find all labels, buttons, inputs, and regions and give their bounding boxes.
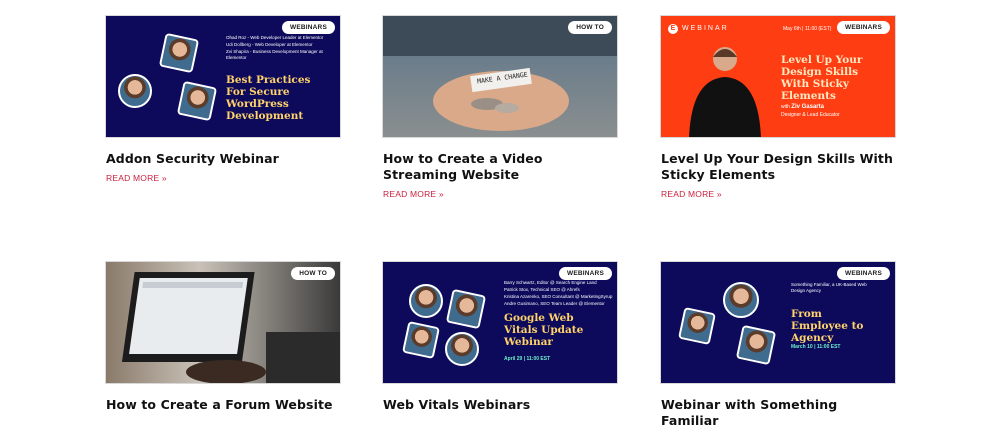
speaker-line: Zvi Shapira - Business Development Manag… bbox=[226, 49, 323, 60]
read-more-link[interactable]: READ MORE » bbox=[383, 189, 444, 199]
post-card: WEBINARS Ohad Roz - Web Developer Leader… bbox=[105, 15, 341, 186]
post-thumbnail[interactable]: WEBINARS E WEBINAR May 6th | 11:00 (EST)… bbox=[660, 15, 896, 138]
speaker-line: Kristina Azarenko, SEO Consultant @ Mark… bbox=[504, 294, 613, 299]
promo-headline: Best Practices For Secure WordPress Deve… bbox=[226, 74, 311, 122]
speaker-line: Barry Schwartz, Editor @ Search Engine L… bbox=[504, 280, 597, 285]
post-title[interactable]: Webinar with Something Familiar bbox=[661, 397, 896, 429]
speaker-line: Andre Gusimano, SEO Team Leader @ Elemen… bbox=[504, 301, 605, 306]
post-title[interactable]: Addon Security Webinar bbox=[106, 151, 341, 167]
post-title[interactable]: How to Create a Video Streaming Website bbox=[383, 151, 618, 183]
host-name-line: with Ziv Gasarta bbox=[781, 104, 881, 110]
speaker-photo bbox=[118, 74, 152, 108]
category-badge[interactable]: HOW TO bbox=[291, 267, 335, 280]
post-thumbnail[interactable]: MAKE A CHANGE HOW TO bbox=[382, 15, 618, 138]
webinar-date: May 6th | 11:00 (EST) bbox=[783, 26, 832, 32]
webinar-date: March 10 | 11:00 EST bbox=[791, 344, 841, 350]
speaker-photo bbox=[723, 282, 759, 318]
post-thumbnail[interactable]: WEBINARS Ohad Roz - Web Developer Leader… bbox=[105, 15, 341, 138]
speaker-photo bbox=[176, 80, 218, 122]
speaker-photo bbox=[158, 32, 200, 74]
host-prefix: with bbox=[781, 104, 790, 110]
webinar-brand: WEBINAR bbox=[682, 25, 729, 32]
category-badge[interactable]: WEBINARS bbox=[282, 21, 335, 34]
speaker-photo bbox=[445, 288, 487, 330]
laptop-photo-illustration bbox=[121, 272, 340, 383]
speaker-photo bbox=[409, 284, 443, 318]
speaker-photo bbox=[445, 332, 479, 366]
promo-headline: From Employee to Agency bbox=[791, 308, 864, 344]
post-card: HOW TO How to Create a Forum Website bbox=[105, 261, 341, 413]
host-photo bbox=[689, 47, 761, 137]
host-name: Ziv Gasarta bbox=[791, 104, 824, 110]
webinar-date: April 29 | 11:00 EST bbox=[504, 356, 551, 362]
post-card: WEBINARS Barry Schwartz, Editor @ Search… bbox=[382, 261, 618, 413]
post-card: WEBINARS E WEBINAR May 6th | 11:00 (EST)… bbox=[660, 15, 896, 202]
organization-line: Something Familiar, a UK-Based Web Desig… bbox=[791, 282, 867, 293]
speaker-photo bbox=[402, 321, 440, 359]
post-thumbnail[interactable]: WEBINARS Barry Schwartz, Editor @ Search… bbox=[382, 261, 618, 384]
post-thumbnail[interactable]: HOW TO bbox=[105, 261, 341, 384]
post-card: MAKE A CHANGE HOW TO How to Create a Vid… bbox=[382, 15, 618, 202]
category-badge[interactable]: WEBINARS bbox=[837, 21, 890, 34]
speaker-photo bbox=[678, 307, 716, 345]
category-badge[interactable]: WEBINARS bbox=[837, 267, 890, 280]
post-title[interactable]: How to Create a Forum Website bbox=[106, 397, 341, 413]
read-more-link[interactable]: READ MORE » bbox=[106, 173, 167, 183]
read-more-link[interactable]: READ MORE » bbox=[661, 189, 722, 199]
post-thumbnail[interactable]: WEBINARS Something Familiar, a UK-Based … bbox=[660, 261, 896, 384]
post-card: WEBINARS Something Familiar, a UK-Based … bbox=[660, 261, 896, 429]
post-title[interactable]: Web Vitals Webinars bbox=[383, 397, 618, 413]
speaker-line: Ohad Roz - Web Developer Leader at Eleme… bbox=[226, 35, 324, 40]
elementor-logo-icon: E bbox=[668, 24, 678, 34]
promo-headline: Google Web Vitals Update Webinar bbox=[504, 312, 584, 348]
category-badge[interactable]: WEBINARS bbox=[559, 267, 612, 280]
speaker-photo bbox=[735, 324, 777, 366]
speaker-line: Udi Dollberg - Web Developer at Elemento… bbox=[226, 42, 313, 47]
host-role: Designer & Lead Educator bbox=[781, 112, 840, 118]
category-badge[interactable]: HOW TO bbox=[568, 21, 612, 34]
post-title[interactable]: Level Up Your Design Skills With Sticky … bbox=[661, 151, 896, 183]
posts-grid: WEBINARS Ohad Roz - Web Developer Leader… bbox=[0, 0, 1000, 428]
speaker-line: Patrick Stox, Technical SEO @ Ahrefs bbox=[504, 287, 580, 292]
promo-headline: Level Up Your Design Skills With Sticky … bbox=[781, 54, 863, 102]
